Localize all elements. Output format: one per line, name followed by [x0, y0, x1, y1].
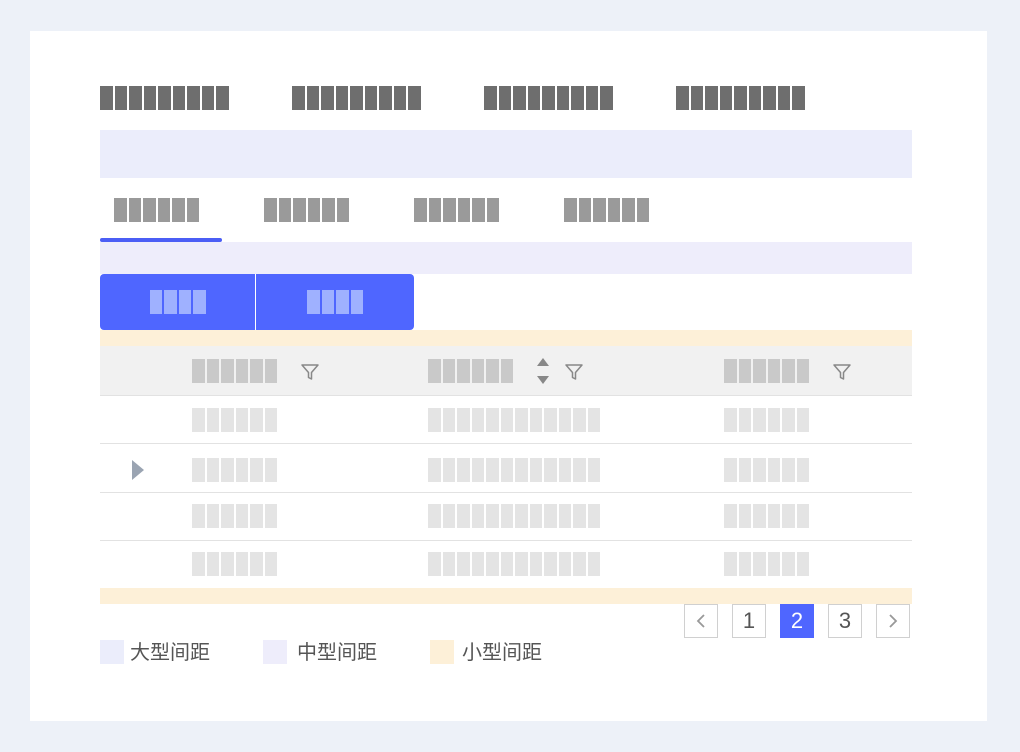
large-spacing-band [100, 130, 912, 178]
table-cell [724, 408, 809, 432]
tab-3[interactable] [414, 198, 499, 222]
table-cell [428, 408, 600, 432]
tab-4[interactable] [564, 198, 649, 222]
table-row[interactable] [100, 396, 912, 444]
top-nav-item-4[interactable] [676, 86, 805, 110]
legend-swatch-medium [263, 640, 287, 664]
table-cell [724, 458, 809, 482]
chevron-right-icon [889, 614, 898, 628]
legend-swatch-small [430, 640, 454, 664]
small-spacing-band-bottom [100, 588, 912, 604]
segment-button-2-label [307, 290, 363, 314]
caret-right-icon[interactable] [132, 460, 144, 480]
pagination-page-2[interactable]: 2 [780, 604, 814, 638]
medium-spacing-band [100, 242, 912, 274]
segment-button-1-label [149, 290, 206, 314]
tab-2[interactable] [264, 198, 349, 222]
column-header-2 [428, 359, 513, 383]
table-header [100, 346, 912, 396]
legend-label-medium: 中型间距 [297, 640, 377, 664]
table-cell [428, 552, 600, 576]
legend-swatch-large [100, 640, 124, 664]
table-row[interactable] [100, 445, 912, 493]
filter-icon[interactable] [300, 362, 320, 382]
table-cell [428, 458, 600, 482]
pagination-page-3[interactable]: 3 [828, 604, 862, 638]
segment-button-2[interactable] [256, 274, 414, 330]
small-spacing-band-top [100, 330, 912, 346]
table-cell [428, 504, 600, 528]
pagination-prev-button[interactable] [684, 604, 718, 638]
table-cell [724, 552, 809, 576]
table-cell [192, 458, 277, 482]
pagination-page-1[interactable]: 1 [732, 604, 766, 638]
chevron-left-icon [696, 614, 705, 628]
filter-icon[interactable] [564, 362, 584, 382]
segment-button-1[interactable] [100, 274, 255, 330]
table-row[interactable] [100, 541, 912, 589]
pagination-next-button[interactable] [876, 604, 910, 638]
table-cell [724, 504, 809, 528]
legend-label-large: 大型间距 [130, 640, 210, 664]
top-nav-item-3[interactable] [484, 86, 613, 110]
top-nav-item-2[interactable] [292, 86, 421, 110]
table-cell [192, 408, 277, 432]
column-header-3 [724, 359, 809, 383]
top-nav-item-1[interactable] [100, 86, 229, 110]
filter-icon[interactable] [832, 362, 852, 382]
table-cell [192, 504, 277, 528]
table-row[interactable] [100, 493, 912, 541]
table-cell [192, 552, 277, 576]
legend-label-small: 小型间距 [462, 640, 542, 664]
tab-1[interactable] [114, 198, 199, 222]
sort-icon[interactable] [536, 357, 550, 385]
column-header-1 [192, 359, 277, 383]
